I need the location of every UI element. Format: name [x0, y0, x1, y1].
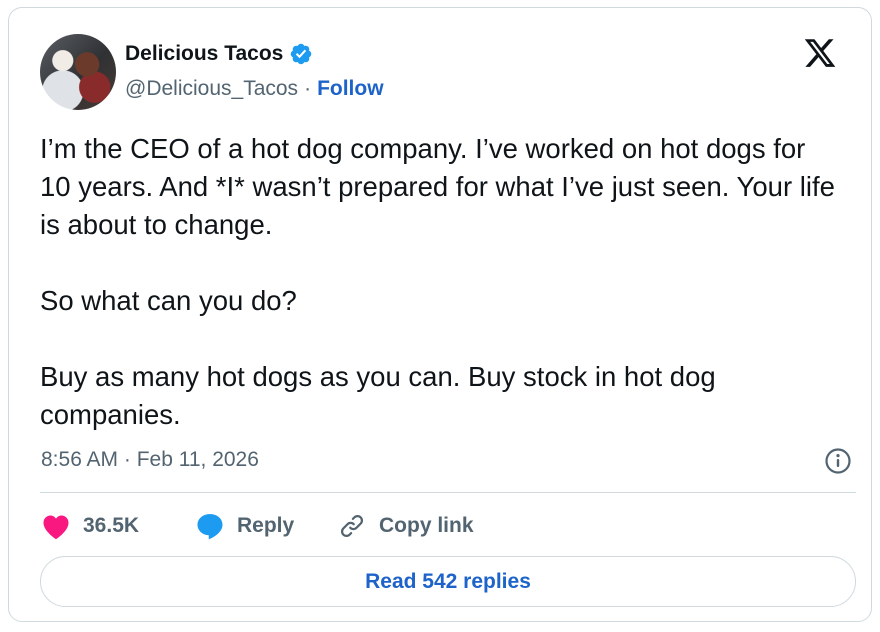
reply-button[interactable]: Reply [195, 512, 337, 540]
divider [40, 492, 856, 493]
copy-link-label: Copy link [379, 514, 474, 537]
avatar[interactable] [40, 34, 116, 110]
follow-button[interactable]: Follow [317, 77, 384, 101]
info-icon[interactable] [824, 447, 852, 475]
separator-dot: · [304, 77, 312, 100]
like-button[interactable]: 36.5K [41, 512, 195, 540]
tweet-text: I’m the CEO of a hot dog company. I’ve w… [40, 130, 840, 434]
tweet-paragraph: So what can you do? [40, 285, 297, 316]
x-logo-icon[interactable] [803, 36, 837, 70]
tweet-timestamp[interactable]: 8:56 AM · Feb 11, 2026 [41, 448, 259, 472]
verified-badge-icon [291, 43, 312, 65]
author-name-row: Delicious Tacos [125, 42, 313, 66]
read-replies-label: Read 542 replies [365, 569, 531, 593]
like-count: 36.5K [83, 514, 140, 537]
tweet-paragraph: I’m the CEO of a hot dog company. I’ve w… [40, 133, 835, 240]
author-handle-row: @Delicious_Tacos · Follow [125, 77, 384, 101]
link-icon [340, 514, 364, 538]
author-name[interactable]: Delicious Tacos [125, 42, 283, 66]
tweet-actions: 36.5K Reply Copy link [41, 508, 474, 544]
copy-link-button[interactable]: Copy link [337, 511, 474, 541]
read-replies-button[interactable]: Read 542 replies [40, 556, 856, 607]
speech-bubble-icon [197, 514, 223, 540]
tweet-paragraph: Buy as many hot dogs as you can. Buy sto… [40, 361, 716, 430]
heart-icon [43, 515, 69, 540]
reply-label: Reply [237, 514, 295, 537]
tweet-embed-card: Delicious Tacos @Delicious_Tacos · Follo… [8, 7, 872, 622]
author-handle[interactable]: @Delicious_Tacos [125, 77, 298, 101]
